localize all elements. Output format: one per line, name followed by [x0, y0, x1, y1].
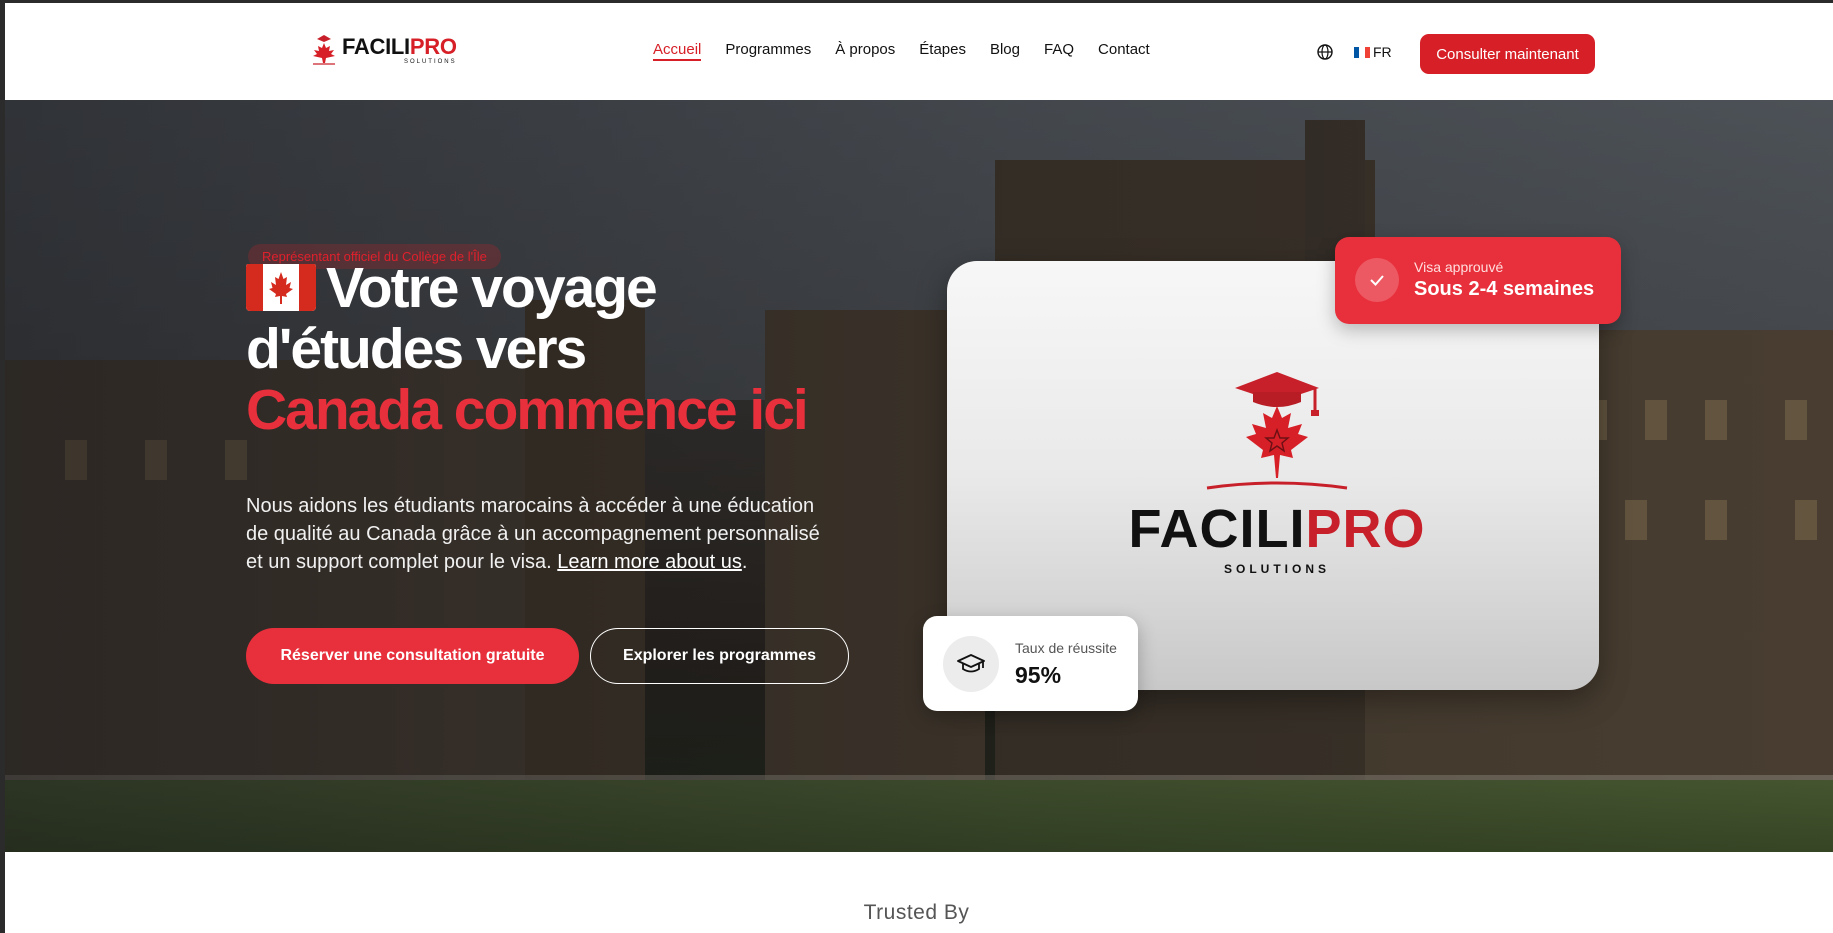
brand-name: FACILIPRO: [342, 33, 457, 59]
brand-logo[interactable]: FACILIPRO SOLUTIONS: [310, 33, 457, 67]
site-header: FACILIPRO SOLUTIONS Accueil Programmes À…: [5, 3, 1833, 100]
nav-item-etapes[interactable]: Étapes: [919, 41, 966, 61]
graduation-cap-icon: [943, 636, 999, 692]
language-switcher[interactable]: FR: [1316, 43, 1392, 61]
success-rate-value: 95%: [1015, 662, 1062, 688]
nav-item-programmes[interactable]: Programmes: [725, 41, 811, 61]
nav-item-contact[interactable]: Contact: [1098, 41, 1150, 61]
check-icon: [1355, 258, 1399, 302]
brand-large-name: FACILIPRO: [1128, 499, 1426, 559]
maple-leaf-icon: [313, 35, 335, 65]
nav-item-blog[interactable]: Blog: [990, 41, 1020, 61]
explore-programs-button[interactable]: Explorer les programmes: [590, 628, 849, 684]
consult-now-button[interactable]: Consulter maintenant: [1420, 34, 1595, 74]
nav-item-faq[interactable]: FAQ: [1044, 41, 1074, 61]
hero-section: Représentant officiel du Collège de l'Îl…: [5, 100, 1833, 852]
hero-description: Nous aidons les étudiants marocains à ac…: [246, 495, 820, 573]
france-flag-icon: [1354, 46, 1370, 58]
main-nav: Accueil Programmes À propos Étapes Blog …: [653, 41, 1174, 61]
success-rate-label: Taux de réussite: [1015, 640, 1117, 656]
visa-approved-value: Sous 2-4 semaines: [1414, 278, 1595, 300]
success-rate-card: Taux de réussite 95%: [923, 616, 1138, 711]
trusted-by-heading: Trusted By: [863, 901, 970, 924]
globe-icon: [1317, 44, 1333, 60]
book-free-consultation-button[interactable]: Réserver une consultation gratuite: [246, 628, 579, 684]
brand-large-subtitle: SOLUTIONS: [1223, 562, 1330, 576]
learn-more-link[interactable]: Learn more about us: [557, 551, 742, 573]
nav-item-accueil[interactable]: Accueil: [653, 41, 702, 61]
brand-subtitle: SOLUTIONS: [403, 58, 457, 65]
visa-approved-label: Visa approuvé: [1414, 259, 1504, 275]
brand-large-logo: FACILIPRO SOLUTIONS: [1117, 366, 1437, 576]
graduation-maple-icon: [1206, 372, 1348, 490]
nav-item-a-propos[interactable]: À propos: [835, 41, 895, 61]
visa-approved-card: Visa approuvé Sous 2-4 semaines: [1335, 237, 1621, 324]
hero-title: Votre voyage d'études vers Canada commen…: [246, 256, 809, 442]
canada-flag-icon: [246, 263, 316, 311]
language-code: FR: [1373, 44, 1392, 60]
